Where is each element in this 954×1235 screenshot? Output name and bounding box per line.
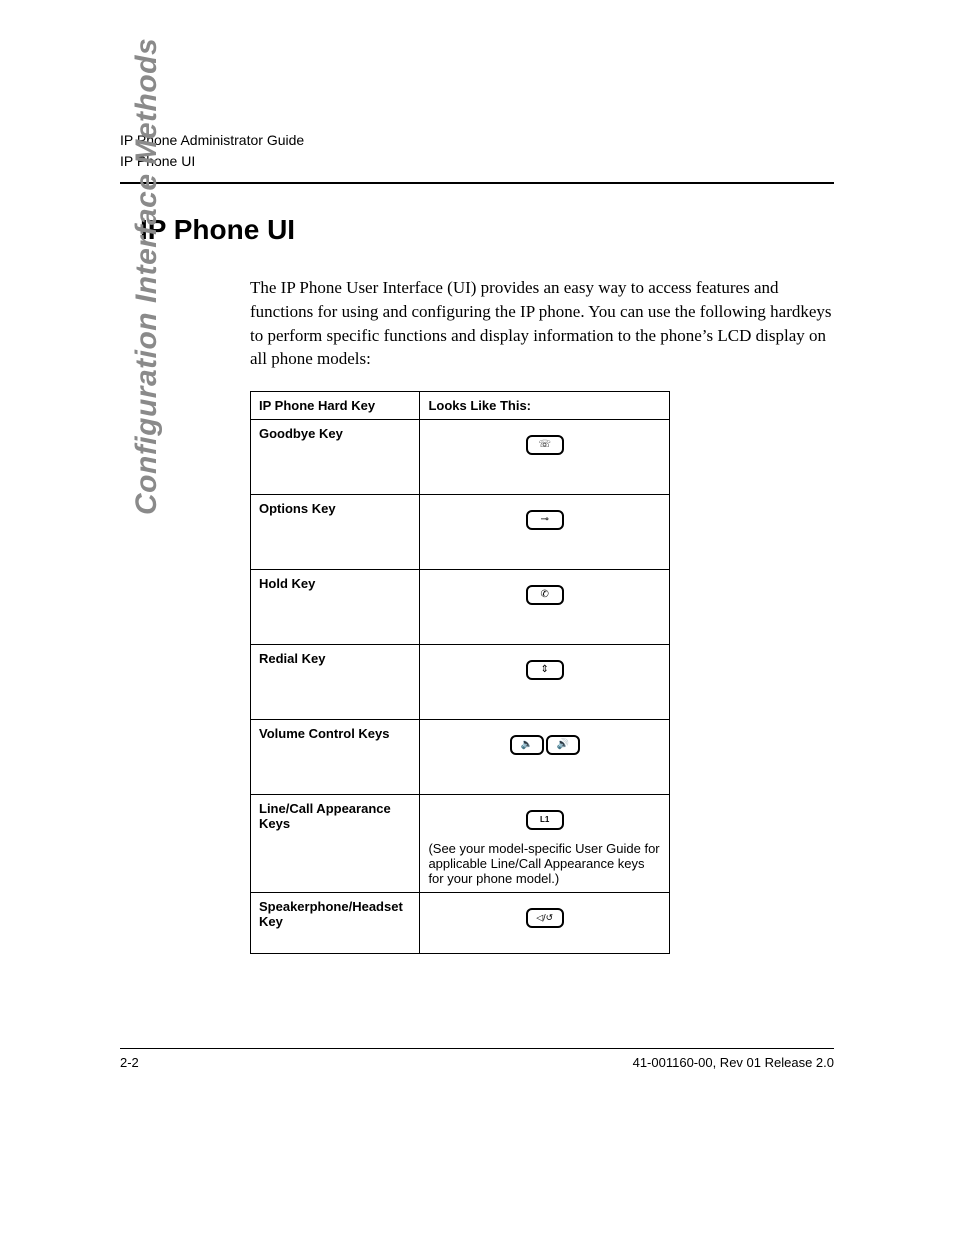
volume-down-icon: 🔈 [510,735,544,755]
footer-doc-id: 41-001160-00, Rev 01 Release 2.0 [633,1055,834,1070]
key-label: Hold Key [259,576,315,591]
col2-header: Looks Like This: [420,392,670,420]
goodbye-key-icon: ☏ [526,435,564,455]
volume-keys-icon: 🔈 🔊 [510,735,580,755]
key-label: Redial Key [259,651,325,666]
col1-header: IP Phone Hard Key [251,392,420,420]
key-label: Goodbye Key [259,426,343,441]
table-row: Speakerphone/Headset Key ◁/↺ [251,893,670,954]
footer-page-number: 2-2 [120,1055,139,1070]
table-row: Goodbye Key ☏ [251,420,670,495]
table-row: Line/Call Appearance Keys L1 (See your m… [251,795,670,893]
header-line-2: IP Phone UI [120,151,834,172]
table-row: Options Key ⊸ [251,495,670,570]
key-label: Line/Call Appearance Keys [259,801,391,831]
section-label-vertical: Configuration Interface Methods [130,38,164,515]
speakerphone-headset-key-icon: ◁/↺ [526,908,564,928]
page-header: IP Phone Administrator Guide IP Phone UI [120,130,834,184]
table-row: Redial Key ⇕ [251,645,670,720]
volume-up-icon: 🔊 [546,735,580,755]
table-row: Hold Key ✆ [251,570,670,645]
page-title: IP Phone UI [140,214,834,246]
table-header-row: IP Phone Hard Key Looks Like This: [251,392,670,420]
redial-key-icon: ⇕ [526,660,564,680]
line-key-icon: L1 [526,810,564,830]
hardkey-table: IP Phone Hard Key Looks Like This: Goodb… [250,391,670,954]
hold-key-icon: ✆ [526,585,564,605]
intro-paragraph: The IP Phone User Interface (UI) provide… [250,276,834,371]
key-label: Speakerphone/Headset Key [259,899,403,929]
key-label: Volume Control Keys [259,726,390,741]
table-row: Volume Control Keys 🔈 🔊 [251,720,670,795]
page-footer: 2-2 41-001160-00, Rev 01 Release 2.0 [120,1048,834,1070]
key-label: Options Key [259,501,336,516]
header-line-1: IP Phone Administrator Guide [120,130,834,151]
options-key-icon: ⊸ [526,510,564,530]
line-key-note: (See your model-specific User Guide for … [428,841,661,886]
document-page: IP Phone Administrator Guide IP Phone UI… [0,0,954,1235]
